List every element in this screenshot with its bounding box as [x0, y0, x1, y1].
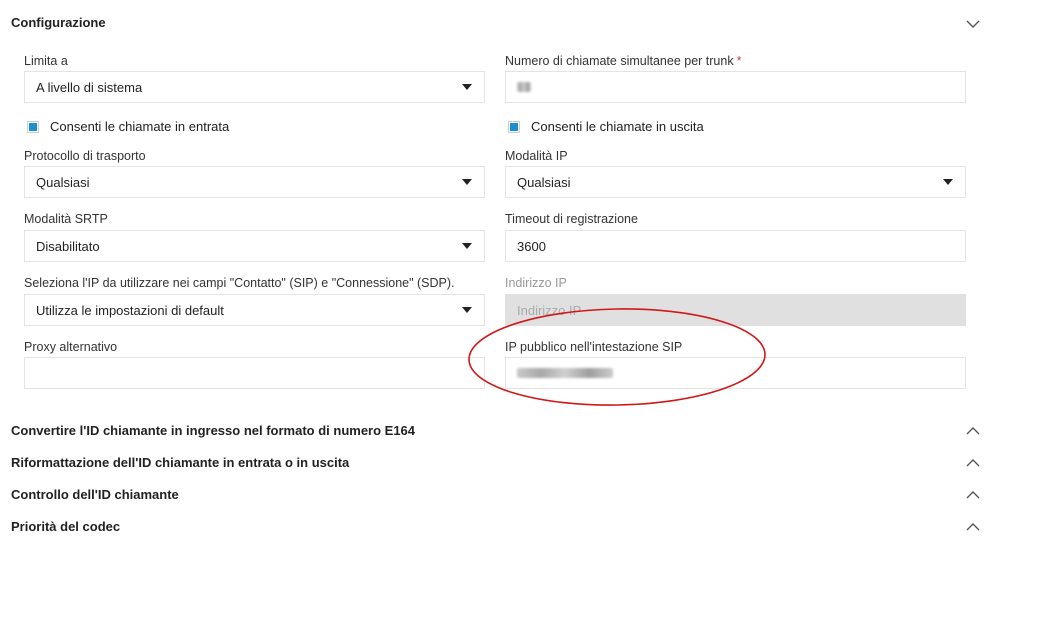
caret-down-icon — [943, 179, 953, 185]
regtimeout-input[interactable]: 3600 — [505, 230, 966, 262]
caret-down-icon — [462, 84, 472, 90]
chevron-up-icon[interactable] — [964, 425, 982, 437]
simul-calls-label: Numero di chiamate simultanee per trunk * — [505, 54, 742, 68]
chevron-up-icon[interactable] — [964, 489, 982, 501]
allow-incoming-checkbox[interactable] — [27, 120, 39, 133]
allow-outgoing-checkbox[interactable] — [508, 120, 520, 133]
select-ip-label: Seleziona l'IP da utilizzare nei campi "… — [24, 276, 455, 290]
chevron-down-icon[interactable] — [964, 18, 982, 30]
transport-select[interactable]: Qualsiasi — [24, 166, 485, 198]
allow-incoming-row[interactable]: Consenti le chiamate in entrata — [27, 119, 229, 134]
caret-down-icon — [462, 243, 472, 249]
allow-incoming-label: Consenti le chiamate in entrata — [50, 119, 230, 134]
chevron-up-icon[interactable] — [964, 521, 982, 533]
srtp-select[interactable]: Disabilitato — [24, 230, 485, 262]
srtp-value: Disabilitato — [36, 238, 100, 254]
caret-down-icon — [462, 179, 472, 185]
ipaddr-label: Indirizzo IP — [505, 276, 567, 290]
section-title-reformat[interactable]: Riformattazione dell'ID chiamante in ent… — [11, 455, 349, 470]
section-title-callerid[interactable]: Controllo dell'ID chiamante — [11, 487, 179, 502]
limit-select[interactable]: A livello di sistema — [24, 71, 485, 103]
ipmode-label: Modalità IP — [505, 149, 568, 163]
regtimeout-label: Timeout di registrazione — [505, 212, 638, 226]
section-title-codec[interactable]: Priorità del codec — [11, 519, 120, 534]
limit-label: Limita a — [24, 54, 68, 68]
select-ip-value: Utilizza le impostazioni di default — [36, 302, 224, 318]
section-title-e164[interactable]: Convertire l'ID chiamante in ingresso ne… — [11, 423, 415, 438]
select-ip-select[interactable]: Utilizza le impostazioni di default — [24, 294, 485, 326]
regtimeout-value: 3600 — [517, 238, 546, 254]
allow-outgoing-label: Consenti le chiamate in uscita — [531, 119, 704, 134]
required-mark: * — [736, 54, 742, 68]
transport-value: Qualsiasi — [36, 174, 90, 190]
transport-label: Protocollo di trasporto — [24, 149, 146, 163]
proxy-input[interactable] — [24, 357, 485, 389]
limit-value: A livello di sistema — [36, 79, 143, 95]
redacted-value — [517, 82, 531, 92]
simul-calls-input[interactable] — [505, 71, 966, 103]
allow-outgoing-row[interactable]: Consenti le chiamate in uscita — [508, 119, 704, 134]
proxy-label: Proxy alternativo — [24, 340, 118, 354]
chevron-up-icon[interactable] — [964, 457, 982, 469]
section-title-configurazione[interactable]: Configurazione — [11, 15, 106, 30]
annotation-ellipse — [468, 308, 766, 406]
srtp-label: Modalità SRTP — [24, 212, 108, 226]
ipmode-select[interactable]: Qualsiasi — [505, 166, 966, 198]
ipmode-value: Qualsiasi — [517, 174, 571, 190]
